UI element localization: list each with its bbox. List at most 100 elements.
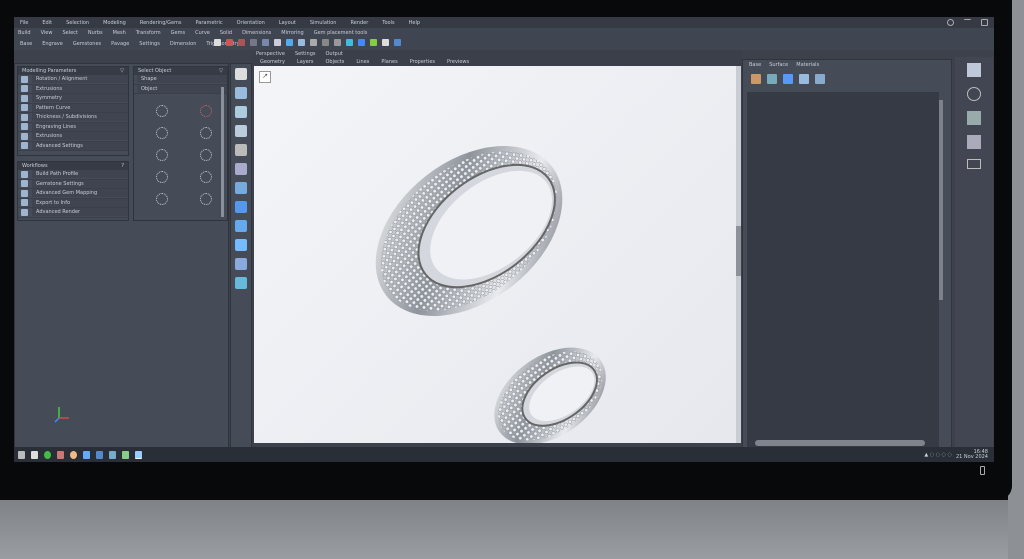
- viewport-tab[interactable]: Output: [325, 51, 342, 57]
- toolbar-item[interactable]: View: [41, 30, 53, 36]
- restore-icon[interactable]: [964, 19, 971, 26]
- list-item[interactable]: Symmetry: [18, 94, 128, 104]
- viewport-subtab[interactable]: Properties: [410, 59, 435, 65]
- gem-shape-icon[interactable]: [200, 127, 212, 139]
- gem-shape-icon[interactable]: [200, 171, 212, 183]
- toolbar-tool-icon[interactable]: [310, 39, 317, 46]
- 3d-viewport[interactable]: ↗: [254, 66, 736, 445]
- gem-shape-icon[interactable]: [156, 171, 168, 183]
- toolbar-tool-icon[interactable]: [322, 39, 329, 46]
- list-item[interactable]: Thickness / Subdivisions: [18, 113, 128, 123]
- menu-item[interactable]: Tools: [382, 20, 394, 26]
- toolbar-item[interactable]: Mesh: [113, 30, 126, 36]
- pencil-icon[interactable]: [751, 74, 761, 84]
- menu-item[interactable]: File: [20, 20, 28, 26]
- list-item[interactable]: Rotation / Alignment: [18, 75, 128, 85]
- grid-icon[interactable]: [815, 74, 825, 84]
- toolbar-item[interactable]: Nurbs: [88, 30, 103, 36]
- filter-icon[interactable]: ▽: [219, 68, 223, 74]
- globe-icon[interactable]: [967, 111, 981, 125]
- app-icon[interactable]: [44, 450, 51, 459]
- viewport-tab[interactable]: Settings: [295, 51, 316, 57]
- figure-icon[interactable]: [967, 63, 981, 77]
- toolbar-tool-icon[interactable]: [298, 39, 305, 46]
- toolbar-item[interactable]: Settings: [139, 41, 160, 47]
- toolbar-item[interactable]: Base: [20, 41, 32, 47]
- help-icon[interactable]: ?: [121, 163, 124, 169]
- tool-icon[interactable]: [235, 125, 247, 137]
- brush-icon[interactable]: [783, 74, 793, 84]
- toolbar-tool-icon[interactable]: [334, 39, 341, 46]
- app-icon[interactable]: [122, 450, 129, 459]
- toolbar-item[interactable]: Dimensions: [242, 30, 271, 36]
- gem-shape-icon[interactable]: [156, 193, 168, 205]
- toolbar-item[interactable]: Transform: [136, 30, 161, 36]
- app-icon[interactable]: [31, 450, 38, 459]
- toolbar-item[interactable]: Dimension: [170, 41, 197, 47]
- gem-shape-icon[interactable]: [156, 127, 168, 139]
- menu-item[interactable]: Render: [350, 20, 368, 26]
- tool-icon[interactable]: [235, 163, 247, 175]
- filter-icon[interactable]: ▽: [120, 68, 124, 74]
- scrollbar[interactable]: [939, 100, 943, 300]
- toolbar-tool-icon[interactable]: [346, 39, 353, 46]
- toolbar-tool-icon[interactable]: [250, 39, 257, 46]
- toolbar-item[interactable]: Build: [18, 30, 31, 36]
- list-item[interactable]: Advanced Settings: [18, 141, 128, 151]
- document-icon[interactable]: [967, 135, 981, 149]
- right-panel-tab[interactable]: Base: [749, 62, 761, 68]
- list-item[interactable]: Gemstone Settings: [18, 179, 128, 189]
- right-panel-tab[interactable]: Surface: [769, 62, 788, 68]
- tool-icon[interactable]: [235, 201, 247, 213]
- tool-icon[interactable]: [235, 144, 247, 156]
- object-field[interactable]: Object: [134, 84, 227, 94]
- menu-item[interactable]: Rendering/Gems: [140, 20, 182, 26]
- toolbar-tool-icon[interactable]: [286, 39, 293, 46]
- maximize-icon[interactable]: [981, 19, 988, 26]
- figure-icon[interactable]: [799, 74, 809, 84]
- toolbar-tool-icon[interactable]: [370, 39, 377, 46]
- minimize-icon[interactable]: [947, 19, 954, 26]
- toolbar-item[interactable]: Pavage: [111, 41, 129, 47]
- list-item[interactable]: Engraving Lines: [18, 122, 128, 132]
- viewport-scrollbar[interactable]: [736, 66, 741, 443]
- viewport-subtab[interactable]: Objects: [325, 59, 344, 65]
- toolbar-item[interactable]: Select: [62, 30, 77, 36]
- gem-shape-icon[interactable]: [156, 149, 168, 161]
- toolbar-item[interactable]: Gemstones: [73, 41, 101, 47]
- toolbar-item[interactable]: Solid: [220, 30, 232, 36]
- viewport-subtab[interactable]: Geometry: [260, 59, 285, 65]
- toolbar-tool-icon[interactable]: [358, 39, 365, 46]
- toolbar-item[interactable]: Engrave: [42, 41, 63, 47]
- viewport-subtab[interactable]: Layers: [297, 59, 314, 65]
- toolbar-item[interactable]: Curve: [195, 30, 210, 36]
- right-panel-tab[interactable]: Materials: [796, 62, 819, 68]
- panel-icon[interactable]: [967, 159, 981, 169]
- scrollbar[interactable]: [221, 87, 224, 217]
- horizontal-scrollbar[interactable]: [755, 440, 925, 446]
- shape-icon[interactable]: [967, 87, 981, 101]
- tool-icon[interactable]: [235, 87, 247, 99]
- toolbar-tool-icon[interactable]: [262, 39, 269, 46]
- list-item[interactable]: Export to Info: [18, 198, 128, 208]
- app-icon[interactable]: [109, 450, 116, 459]
- list-item[interactable]: Advanced Gem Mapping: [18, 189, 128, 199]
- gem-shape-icon[interactable]: [200, 105, 212, 117]
- list-item[interactable]: Advanced Render: [18, 208, 128, 218]
- tool-icon[interactable]: [235, 220, 247, 232]
- start-icon[interactable]: [18, 450, 25, 459]
- menu-item[interactable]: Parametric: [196, 20, 223, 26]
- tool-icon[interactable]: [235, 239, 247, 251]
- toolbar-tool-icon[interactable]: [394, 39, 401, 46]
- shape-field[interactable]: Shape: [134, 75, 227, 85]
- menu-item[interactable]: Layout: [279, 20, 296, 26]
- app-icon[interactable]: [96, 450, 103, 459]
- menu-item[interactable]: Modeling: [103, 20, 126, 26]
- menu-item[interactable]: Selection: [66, 20, 89, 26]
- gem-shape-icon[interactable]: [200, 149, 212, 161]
- menu-item[interactable]: Edit: [42, 20, 52, 26]
- app-icon[interactable]: [83, 450, 90, 459]
- app-icon[interactable]: [57, 450, 64, 459]
- viewport-subtab[interactable]: Planes: [381, 59, 397, 65]
- tray-icons[interactable]: ▲ ◌ ◌ ◌ ◌: [924, 452, 952, 458]
